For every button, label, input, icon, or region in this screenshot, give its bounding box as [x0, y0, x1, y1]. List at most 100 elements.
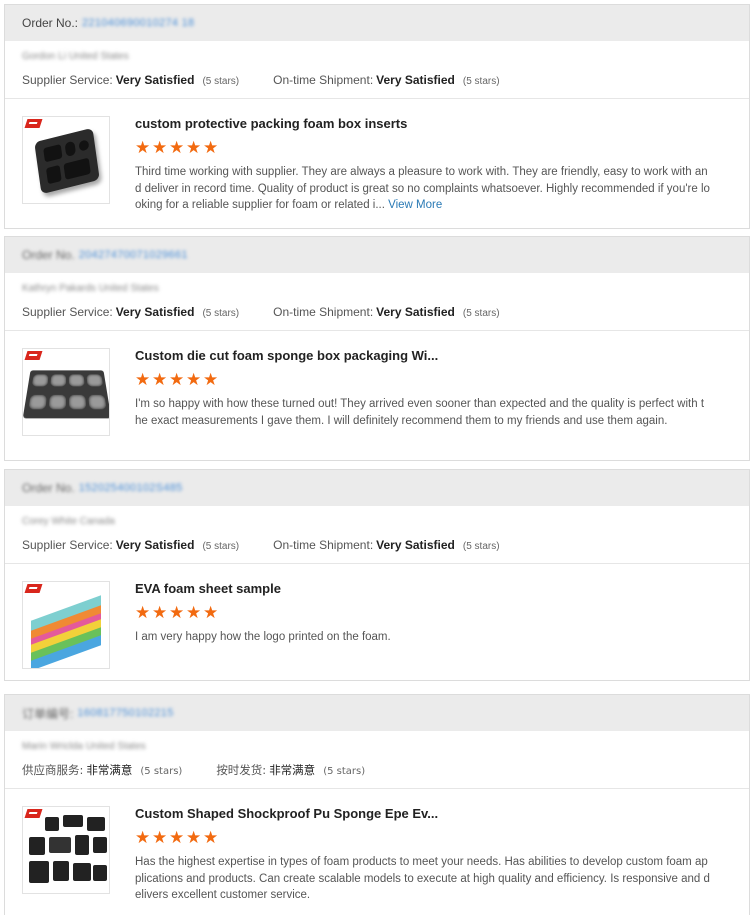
- shipment-label: 按时发货:: [216, 762, 267, 777]
- review-body: Custom Shaped Shockproof Pu Sponge Epe E…: [5, 789, 749, 904]
- foam-insert-image: [34, 127, 100, 195]
- review-card: Order No. 20427470071029661 Kathryn Paka…: [4, 236, 750, 461]
- shipment-rating: On-time Shipment: Very Satisfied (5 star…: [273, 73, 499, 87]
- review-text: I am very happy how the logo printed on …: [135, 631, 391, 643]
- order-number[interactable]: 221040690010274 18: [82, 17, 194, 29]
- supplier-service-label: Supplier Service:: [22, 537, 113, 552]
- buyer-info: Kathryn Pakards United States: [22, 283, 159, 294]
- star-icon: ★: [203, 828, 219, 848]
- product-title[interactable]: custom protective packing foam box inser…: [135, 116, 710, 134]
- star-rating: ★ ★ ★ ★ ★: [135, 372, 710, 392]
- order-bar: Order No. 20427470071029661: [5, 237, 749, 273]
- order-number[interactable]: 152025400102S485: [79, 482, 183, 494]
- review-body: EVA foam sheet sample ★ ★ ★ ★ ★ I am ver…: [5, 564, 749, 669]
- buyer-info: Gordon Li United States: [22, 51, 129, 62]
- star-icon: ★: [135, 138, 151, 158]
- shipment-rating: On-time Shipment: Very Satisfied (5 star…: [273, 305, 499, 319]
- order-label: 订单编号:: [22, 706, 74, 721]
- shipment-stars: (5 stars): [462, 540, 500, 552]
- star-icon: ★: [169, 370, 185, 390]
- product-thumbnail[interactable]: [22, 581, 110, 669]
- review-text: I'm so happy with how these turned out! …: [135, 398, 705, 427]
- star-icon: ★: [152, 603, 168, 623]
- shipment-stars: (5 stars): [462, 75, 500, 87]
- shipment-value: Very Satisfied: [376, 537, 455, 552]
- product-thumbnail[interactable]: [22, 116, 110, 204]
- buyer-info: Corey White Canada: [22, 516, 115, 527]
- review-body: Custom die cut foam sponge box packaging…: [5, 331, 749, 436]
- buyer-info: Marin Wriclda United States: [22, 741, 146, 752]
- star-icon: ★: [203, 603, 219, 623]
- brand-logo-icon: [24, 584, 43, 593]
- supplier-service-value: Very Satisfied: [115, 304, 195, 319]
- shipment-rating: On-time Shipment: Very Satisfied (5 star…: [273, 538, 499, 552]
- order-bar: 订单编号: 160817750102215: [5, 695, 749, 731]
- shipment-label: On-time Shipment:: [273, 72, 374, 87]
- shipment-label: On-time Shipment:: [273, 304, 374, 319]
- star-rating: ★ ★ ★ ★ ★: [135, 830, 710, 850]
- star-icon: ★: [186, 828, 202, 848]
- order-bar: Order No.: 221040690010274 18: [5, 5, 749, 41]
- ratings-row: 供应商服务: 非常满意 (5 stars) 按时发货: 非常满意 (5 star…: [5, 751, 749, 789]
- product-thumbnail[interactable]: [22, 806, 110, 894]
- order-label: Order No.: [22, 248, 75, 262]
- star-icon: ★: [203, 138, 219, 158]
- ratings-row: Supplier Service: Very Satisfied (5 star…: [5, 61, 749, 99]
- review-content: Custom die cut foam sponge box packaging…: [135, 348, 710, 436]
- supplier-service-rating: Supplier Service: Very Satisfied (5 star…: [22, 538, 239, 552]
- supplier-service-value: 非常满意: [86, 762, 133, 777]
- product-title[interactable]: EVA foam sheet sample: [135, 581, 710, 599]
- supplier-service-stars: (5 stars): [202, 75, 240, 87]
- supplier-service-rating: 供应商服务: 非常满意 (5 stars): [22, 762, 182, 778]
- star-icon: ★: [186, 138, 202, 158]
- product-title[interactable]: Custom die cut foam sponge box packaging…: [135, 348, 710, 366]
- shipment-rating: 按时发货: 非常满意 (5 stars): [216, 762, 365, 778]
- view-more-link[interactable]: View More: [388, 199, 442, 211]
- product-title[interactable]: Custom Shaped Shockproof Pu Sponge Epe E…: [135, 806, 710, 824]
- shipment-label: On-time Shipment:: [273, 537, 374, 552]
- supplier-service-rating: Supplier Service: Very Satisfied (5 star…: [22, 73, 239, 87]
- order-bar: Order No. 152025400102S485: [5, 470, 749, 506]
- star-icon: ★: [135, 828, 151, 848]
- shipment-value: 非常满意: [269, 762, 316, 777]
- star-icon: ★: [152, 370, 168, 390]
- supplier-service-label: Supplier Service:: [22, 304, 113, 319]
- review-card: Order No.: 221040690010274 18 Gordon Li …: [4, 4, 750, 229]
- supplier-service-value: Very Satisfied: [115, 72, 195, 87]
- supplier-service-stars: (5 stars): [202, 307, 240, 319]
- ratings-row: Supplier Service: Very Satisfied (5 star…: [5, 293, 749, 331]
- star-icon: ★: [135, 603, 151, 623]
- review-card: 订单编号: 160817750102215 Marin Wriclda Unit…: [4, 694, 750, 915]
- supplier-service-stars: (5 stars): [202, 540, 240, 552]
- supplier-service-label: Supplier Service:: [22, 72, 113, 87]
- review-card: Order No. 152025400102S485 Corey White C…: [4, 469, 750, 681]
- supplier-service-label: 供应商服务:: [22, 762, 84, 777]
- order-label: Order No.:: [22, 16, 79, 30]
- star-icon: ★: [135, 370, 151, 390]
- star-rating: ★ ★ ★ ★ ★: [135, 140, 710, 160]
- foam-tray-image: [23, 370, 109, 419]
- review-content: custom protective packing foam box inser…: [135, 116, 710, 214]
- review-body: custom protective packing foam box inser…: [5, 99, 749, 214]
- star-icon: ★: [169, 603, 185, 623]
- star-icon: ★: [203, 370, 219, 390]
- star-icon: ★: [169, 828, 185, 848]
- supplier-service-value: Very Satisfied: [115, 537, 195, 552]
- order-number[interactable]: 20427470071029661: [79, 249, 188, 261]
- order-number[interactable]: 160817750102215: [77, 707, 173, 719]
- star-icon: ★: [152, 828, 168, 848]
- star-rating: ★ ★ ★ ★ ★: [135, 605, 710, 625]
- shipment-value: Very Satisfied: [376, 304, 455, 319]
- star-icon: ★: [186, 603, 202, 623]
- review-text: Third time working with supplier. They a…: [135, 164, 710, 214]
- supplier-service-rating: Supplier Service: Very Satisfied (5 star…: [22, 305, 239, 319]
- review-content: EVA foam sheet sample ★ ★ ★ ★ ★ I am ver…: [135, 581, 710, 669]
- star-icon: ★: [152, 138, 168, 158]
- star-icon: ★: [186, 370, 202, 390]
- review-content: Custom Shaped Shockproof Pu Sponge Epe E…: [135, 806, 710, 904]
- order-label: Order No.: [22, 481, 75, 495]
- shipment-stars: (5 stars): [462, 307, 500, 319]
- star-icon: ★: [169, 138, 185, 158]
- product-thumbnail[interactable]: [22, 348, 110, 436]
- shipment-value: Very Satisfied: [376, 72, 455, 87]
